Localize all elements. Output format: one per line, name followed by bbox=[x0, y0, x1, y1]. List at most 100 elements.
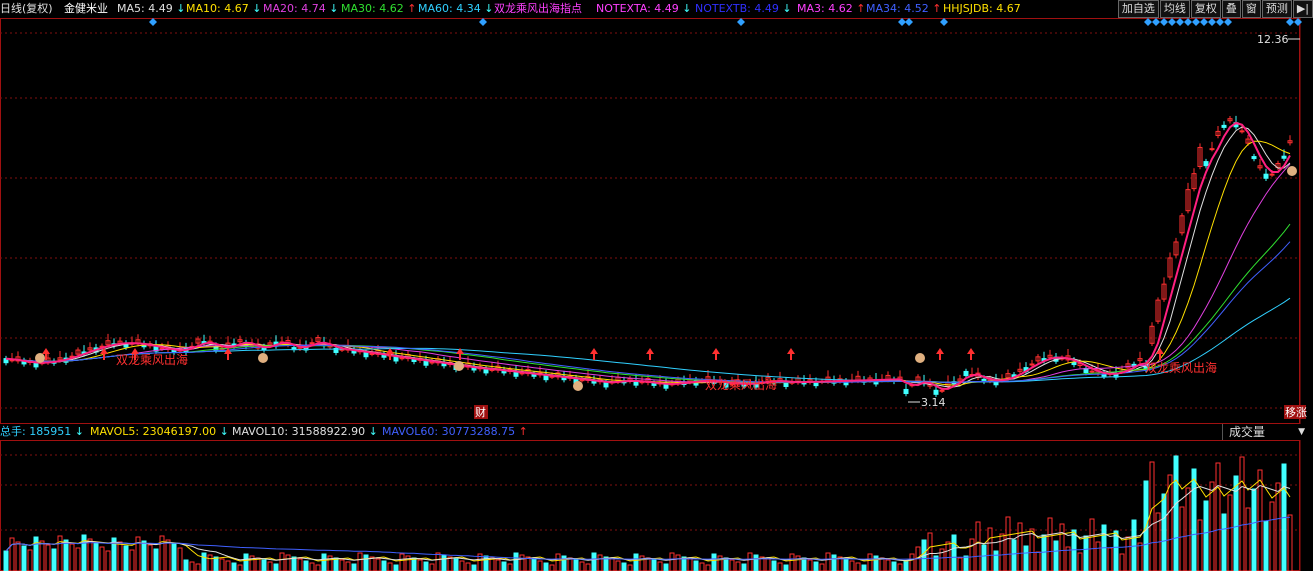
volume-bar bbox=[1227, 494, 1233, 571]
ma-lines-button[interactable]: 均线 bbox=[1159, 0, 1190, 18]
overlay-button[interactable]: 叠 bbox=[1221, 0, 1241, 18]
volume-bar bbox=[507, 563, 513, 571]
diamond-marker bbox=[1216, 18, 1224, 26]
volume-bar bbox=[69, 543, 75, 571]
candle-body bbox=[963, 370, 969, 377]
ma-line bbox=[5, 163, 1291, 384]
volume-bar bbox=[3, 550, 9, 571]
volume-bar bbox=[1221, 513, 1227, 571]
diamond-marker bbox=[1200, 18, 1208, 26]
candle-body bbox=[1221, 124, 1227, 128]
volume-bar bbox=[789, 553, 795, 571]
volume-bar bbox=[465, 562, 471, 571]
volume-bar bbox=[885, 559, 891, 571]
volume-bar bbox=[957, 557, 963, 571]
volume-bar bbox=[993, 550, 999, 571]
volume-bar bbox=[21, 545, 27, 571]
indicator-text: NOTEXTB: 4.49 bbox=[695, 2, 779, 15]
volume-bar bbox=[369, 556, 375, 571]
signal-up-icon bbox=[590, 348, 598, 360]
volume-bar bbox=[15, 541, 21, 571]
volume-indicator-select[interactable]: 成交量 ▼ bbox=[1222, 424, 1307, 440]
volume-bar bbox=[237, 564, 243, 571]
diamond-marker bbox=[1152, 18, 1160, 26]
volume-bar bbox=[585, 563, 591, 571]
candle-body bbox=[1209, 148, 1215, 151]
volume-bar bbox=[1191, 468, 1197, 571]
volume-bar bbox=[783, 564, 789, 571]
volume-bar bbox=[669, 552, 675, 571]
indicator-text: MA20: 4.74 bbox=[263, 2, 326, 15]
volume-bar bbox=[699, 562, 705, 571]
volume-bar bbox=[1203, 500, 1209, 571]
volume-bar bbox=[1209, 481, 1215, 571]
volume-bar bbox=[501, 561, 507, 571]
volume-bar bbox=[1185, 487, 1191, 571]
volume-bar bbox=[267, 561, 273, 571]
play-end-button[interactable]: ▶| bbox=[1292, 0, 1313, 18]
forecast-button[interactable]: 预测 bbox=[1261, 0, 1292, 18]
indicator-ma34: MA34: 4.52 ↑ bbox=[866, 2, 941, 16]
period-label[interactable]: 日线(复权) bbox=[0, 2, 53, 16]
volume-bar bbox=[525, 556, 531, 571]
volume-bar bbox=[1149, 461, 1155, 571]
indicator-notextb: NOTEXTB: 4.49 ↓ bbox=[695, 2, 792, 16]
volume-bar bbox=[1095, 541, 1101, 571]
indicator-ma3: MA3: 4.62 ↑ bbox=[797, 2, 865, 16]
ma-line bbox=[5, 140, 1291, 386]
volume-bar bbox=[219, 558, 225, 571]
indicator-hhjsjdb: HHJSJDB: 4.67 bbox=[943, 2, 1021, 16]
diamond-marker bbox=[1294, 18, 1302, 26]
volume-bar bbox=[531, 558, 537, 571]
volume-bar bbox=[141, 540, 147, 571]
arrow-down-icon: ↓ bbox=[368, 425, 378, 438]
volume-bar bbox=[519, 554, 525, 571]
low-price-label: 3.14 bbox=[921, 396, 946, 409]
volume-bar bbox=[1071, 529, 1077, 571]
adjust-button[interactable]: 复权 bbox=[1190, 0, 1221, 18]
volume-bar bbox=[1197, 519, 1203, 571]
candlestick-chart[interactable]: 12.363.14双龙乘风出海双龙乘风出海双龙乘风出海财 移涨 bbox=[0, 18, 1313, 424]
volume-bar bbox=[321, 553, 327, 571]
volume-bar bbox=[819, 563, 825, 571]
volume-bar bbox=[285, 554, 291, 571]
window-button[interactable]: 窗 bbox=[1241, 0, 1261, 18]
volume-bar bbox=[315, 564, 321, 571]
volume-bar bbox=[453, 558, 459, 571]
candle-body bbox=[1089, 370, 1095, 373]
arrow-down-icon: ↓ bbox=[219, 425, 229, 438]
volume-bar bbox=[333, 557, 339, 571]
ma-line bbox=[5, 121, 1291, 390]
indicator-ma60: MA60: 4.34 ↓ bbox=[418, 2, 493, 16]
volume-bar bbox=[513, 552, 519, 571]
volume-bar bbox=[345, 561, 351, 571]
signal-up-icon bbox=[1156, 348, 1164, 360]
high-price-label: 12.36 bbox=[1257, 33, 1289, 46]
volume-bar bbox=[1023, 545, 1029, 571]
add-watchlist-button[interactable]: 加自选 bbox=[1117, 0, 1159, 18]
volume-bar bbox=[903, 560, 909, 571]
arrow-down-icon: ↓ bbox=[325, 2, 339, 15]
diamond-marker bbox=[898, 18, 906, 26]
volume-bar bbox=[981, 544, 987, 571]
chart-border bbox=[0, 18, 1300, 424]
volume-bar bbox=[75, 547, 81, 571]
volume-bar bbox=[417, 559, 423, 571]
volume-bar bbox=[543, 562, 549, 571]
volume-bar bbox=[1035, 551, 1041, 571]
volume-bar bbox=[807, 559, 813, 571]
volume-bar bbox=[843, 558, 849, 571]
indicator-text: 双龙乘风出海指点 bbox=[494, 2, 582, 15]
event-marker-transfer: 移涨 bbox=[1285, 406, 1307, 419]
hand-pointer-icon bbox=[573, 381, 583, 391]
volume-bar bbox=[741, 563, 747, 571]
volume-bar bbox=[867, 553, 873, 571]
candle-body bbox=[309, 342, 315, 345]
signal-up-icon bbox=[712, 348, 720, 360]
candle-body bbox=[603, 382, 609, 388]
candle-body bbox=[903, 388, 909, 395]
volume-bar bbox=[1215, 462, 1221, 571]
volume-bar bbox=[693, 560, 699, 571]
volume-bar bbox=[1089, 518, 1095, 571]
volume-bar bbox=[891, 561, 897, 571]
